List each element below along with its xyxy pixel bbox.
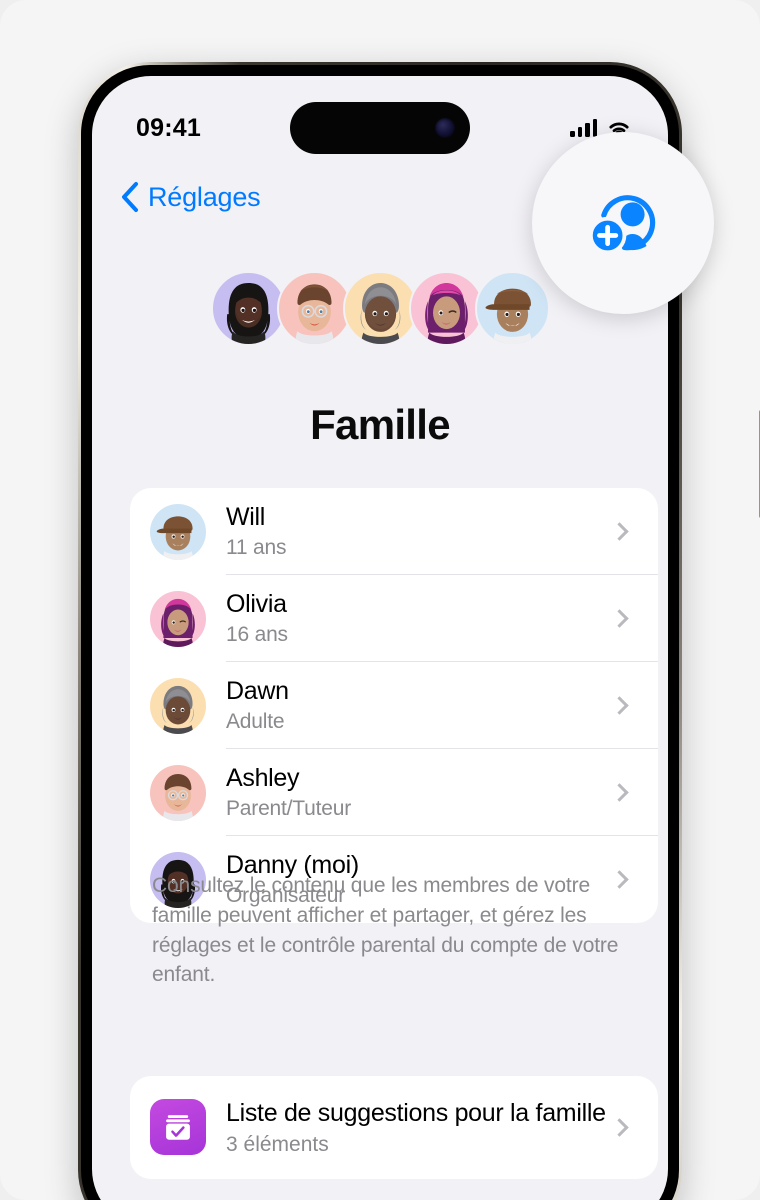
row-text: Dawn Adulte: [226, 677, 613, 734]
dynamic-island: [290, 102, 470, 154]
family-suggestion-card[interactable]: Liste de suggestions pour la famille 3 é…: [130, 1076, 658, 1179]
member-name: Olivia: [226, 590, 287, 619]
family-members-card: Will 11 ans Olivia 16 ans Dawn Adulte As…: [130, 488, 658, 923]
avatar: [150, 503, 206, 560]
page-title: Famille: [310, 401, 451, 448]
suggestion-title: Liste de suggestions pour la famille: [226, 1099, 606, 1127]
member-role: 11 ans: [226, 535, 287, 559]
page-root: Famille Will 11 ans Olivia 16 ans Dawn A…: [0, 0, 760, 1200]
row-text: Will 11 ans: [226, 503, 613, 560]
front-camera-icon: [435, 118, 455, 138]
row-text: Liste de suggestions pour la famille 3 é…: [226, 1098, 613, 1157]
suggestion-subtitle: 3 éléments: [226, 1132, 329, 1156]
table-row[interactable]: Olivia 16 ans: [130, 575, 658, 662]
table-row[interactable]: Dawn Adulte: [130, 662, 658, 749]
chevron-right-icon: [610, 522, 629, 541]
back-button[interactable]: Réglages: [120, 181, 261, 213]
add-person-callout[interactable]: [532, 132, 714, 314]
chevron-left-icon: [122, 182, 138, 212]
avatar: [150, 590, 206, 647]
avatar-olivia: [408, 271, 484, 346]
chevron-right-icon: [610, 1118, 629, 1137]
table-row[interactable]: Ashley Parent/Tuteur: [130, 749, 658, 836]
chevron-right-icon: [610, 696, 629, 715]
back-button-label: Réglages: [148, 181, 261, 212]
avatar-will: [474, 271, 550, 346]
chevron-right-icon: [610, 783, 629, 802]
member-name: Will: [226, 503, 266, 532]
family-description-note: Consultez le contenu que les membres de …: [152, 874, 619, 987]
table-row[interactable]: Will 11 ans: [130, 488, 658, 575]
member-role: Parent/Tuteur: [226, 796, 352, 820]
avatar-dawn: [342, 271, 418, 346]
avatar-danny: [210, 271, 286, 346]
reminders-app-icon: [150, 1099, 206, 1156]
add-person-icon: [588, 195, 656, 255]
avatar: [150, 764, 206, 821]
suggestion-row[interactable]: Liste de suggestions pour la famille 3 é…: [130, 1076, 658, 1179]
member-role: Adulte: [226, 709, 285, 733]
member-name: Dawn: [226, 677, 289, 706]
avatar: [150, 677, 206, 734]
member-role: 16 ans: [226, 622, 288, 646]
row-text: Olivia 16 ans: [226, 590, 613, 647]
avatar-ashley: [276, 271, 352, 346]
chevron-right-icon: [610, 609, 629, 628]
row-text: Ashley Parent/Tuteur: [226, 764, 613, 821]
member-name: Ashley: [226, 764, 300, 793]
